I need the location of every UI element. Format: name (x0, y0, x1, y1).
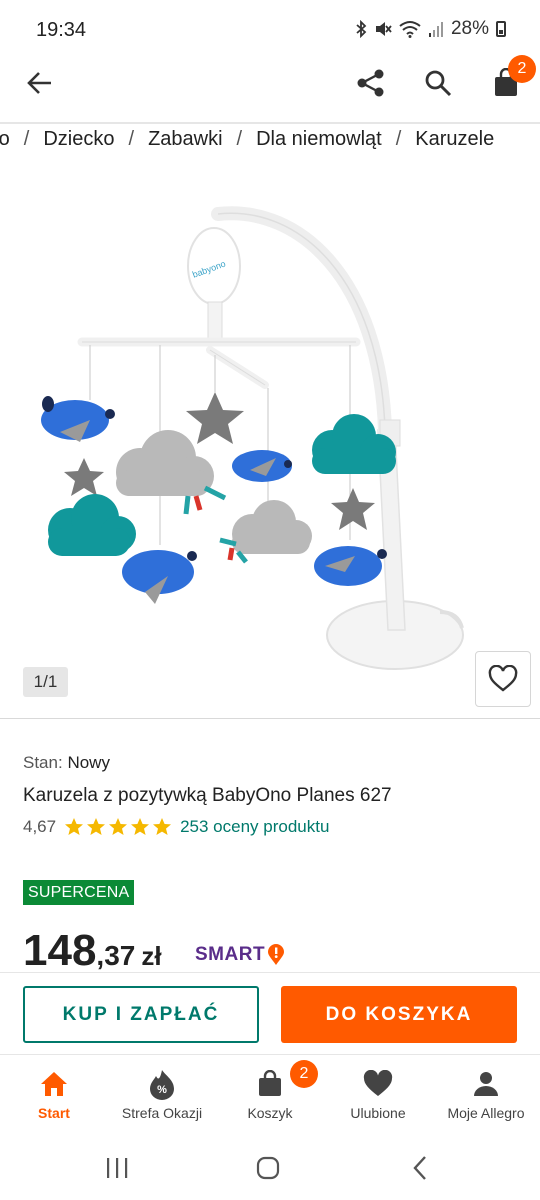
breadcrumb-item[interactable]: Dziecko (43, 128, 114, 151)
app-bar (0, 60, 540, 122)
star-icon (131, 818, 150, 835)
breadcrumb-item[interactable]: Dla niemowląt (256, 128, 382, 151)
supercena-badge: SUPERCENA (23, 880, 135, 905)
battery-icon (496, 21, 506, 37)
breadcrumb-separator: / (128, 127, 135, 150)
plane-toy (122, 550, 197, 604)
star-icon (87, 818, 106, 835)
status-time: 19:34 (36, 19, 87, 41)
bluetooth-icon (356, 20, 367, 38)
shopping-bag-icon (259, 1070, 281, 1096)
smart-label: SMART (195, 944, 266, 965)
rating-stars (64, 817, 172, 837)
cloud-toy (232, 500, 312, 554)
status-icons: 28% (355, 18, 506, 40)
search-button[interactable] (418, 63, 458, 103)
share-button[interactable] (351, 63, 391, 103)
image-counter: 1/1 (23, 667, 68, 697)
svg-text:%: % (157, 1084, 167, 1096)
price-currency: zł (141, 941, 162, 971)
star-toy (186, 392, 244, 444)
nav-item-ulubione[interactable]: Ulubione (324, 1067, 432, 1121)
plane-toy (314, 546, 387, 586)
purchase-action-bar: KUP I ZAPŁAĆ DO KOSZYKA (0, 972, 540, 1054)
signal-icon (428, 22, 443, 37)
rating-value: 4,67 (23, 817, 57, 836)
nav-label: Ulubione (350, 1105, 406, 1121)
product-condition: Stan: Nowy (23, 753, 110, 773)
add-to-cart-button[interactable]: DO KOSZYKA (281, 986, 517, 1043)
star-icon (65, 818, 84, 835)
user-icon (474, 1072, 498, 1096)
heart-outline-icon (488, 665, 518, 692)
system-navigation-bar (0, 1136, 540, 1200)
home-circle-icon (256, 1156, 280, 1180)
product-price: 148 ,37 zł (23, 926, 162, 976)
breadcrumb-separator: / (395, 127, 402, 150)
product-image: babyono (41, 206, 464, 670)
heart-icon (363, 1070, 393, 1096)
price-integer: 148 (23, 926, 97, 975)
cart-count-badge: 2 (508, 55, 536, 83)
nav-label: Start (38, 1105, 70, 1121)
recent-apps-icon (107, 1158, 128, 1178)
battery-percent: 28% (450, 18, 489, 39)
nav-item-moje-allegro[interactable]: Moje Allegro (432, 1067, 540, 1121)
price-fraction: ,37 (96, 940, 136, 971)
buy-now-button[interactable]: KUP I ZAPŁAĆ (23, 986, 259, 1043)
nav-item-start[interactable]: Start (0, 1067, 108, 1121)
nav-label: Moje Allegro (447, 1105, 525, 1121)
breadcrumb-item[interactable]: Zabawki (148, 128, 222, 151)
search-icon (425, 70, 452, 97)
cart-count-badge: 2 (290, 1060, 318, 1088)
divider (0, 718, 540, 719)
smart-logo: SMART (195, 944, 285, 966)
product-image-gallery[interactable]: babyono (0, 190, 540, 710)
rating-row: 4,67 253 oceny produktu (23, 817, 329, 837)
star-toy (64, 458, 104, 496)
plane-toy (41, 396, 115, 442)
nav-item-strefa-okazji[interactable]: % Strefa Okazji (108, 1067, 216, 1121)
add-to-favorites-button[interactable] (475, 651, 531, 707)
plane-toy (232, 450, 292, 482)
breadcrumb-item[interactable]: ro (0, 128, 10, 151)
bottom-navigation: Start % Strefa Okazji Koszyk 2 Ulubione … (0, 1054, 540, 1136)
condition-value: Nowy (67, 753, 110, 772)
cloud-toy (48, 494, 136, 556)
mute-icon (375, 22, 392, 36)
home-icon (41, 1072, 67, 1096)
status-bar: 19:34 28% (0, 0, 540, 60)
breadcrumb: ro / Dziecko / Zabawki / Dla niemowląt /… (0, 124, 494, 154)
star-icon (109, 818, 128, 835)
chevron-left-icon (413, 1156, 426, 1180)
smart-pin-icon (268, 944, 285, 965)
nav-label: Koszyk (247, 1105, 293, 1121)
reviews-link[interactable]: 253 oceny produktu (180, 817, 329, 837)
recent-apps-button[interactable] (97, 1151, 137, 1185)
back-button[interactable] (20, 63, 60, 103)
breadcrumb-item[interactable]: Karuzele (415, 128, 494, 151)
nav-label: Strefa Okazji (121, 1105, 203, 1121)
star-toy (331, 488, 375, 530)
share-icon (357, 69, 384, 97)
product-title: Karuzela z pozytywką BabyOno Planes 627 (23, 785, 392, 806)
system-back-button[interactable] (400, 1151, 440, 1185)
breadcrumb-separator: / (236, 127, 243, 150)
deals-icon: % (150, 1070, 174, 1100)
wifi-icon (399, 21, 421, 38)
star-icon (153, 818, 172, 835)
arrow-left-icon (27, 72, 51, 94)
breadcrumb-separator: / (23, 127, 30, 150)
condition-label: Stan: (23, 753, 63, 772)
home-system-button[interactable] (248, 1151, 288, 1185)
